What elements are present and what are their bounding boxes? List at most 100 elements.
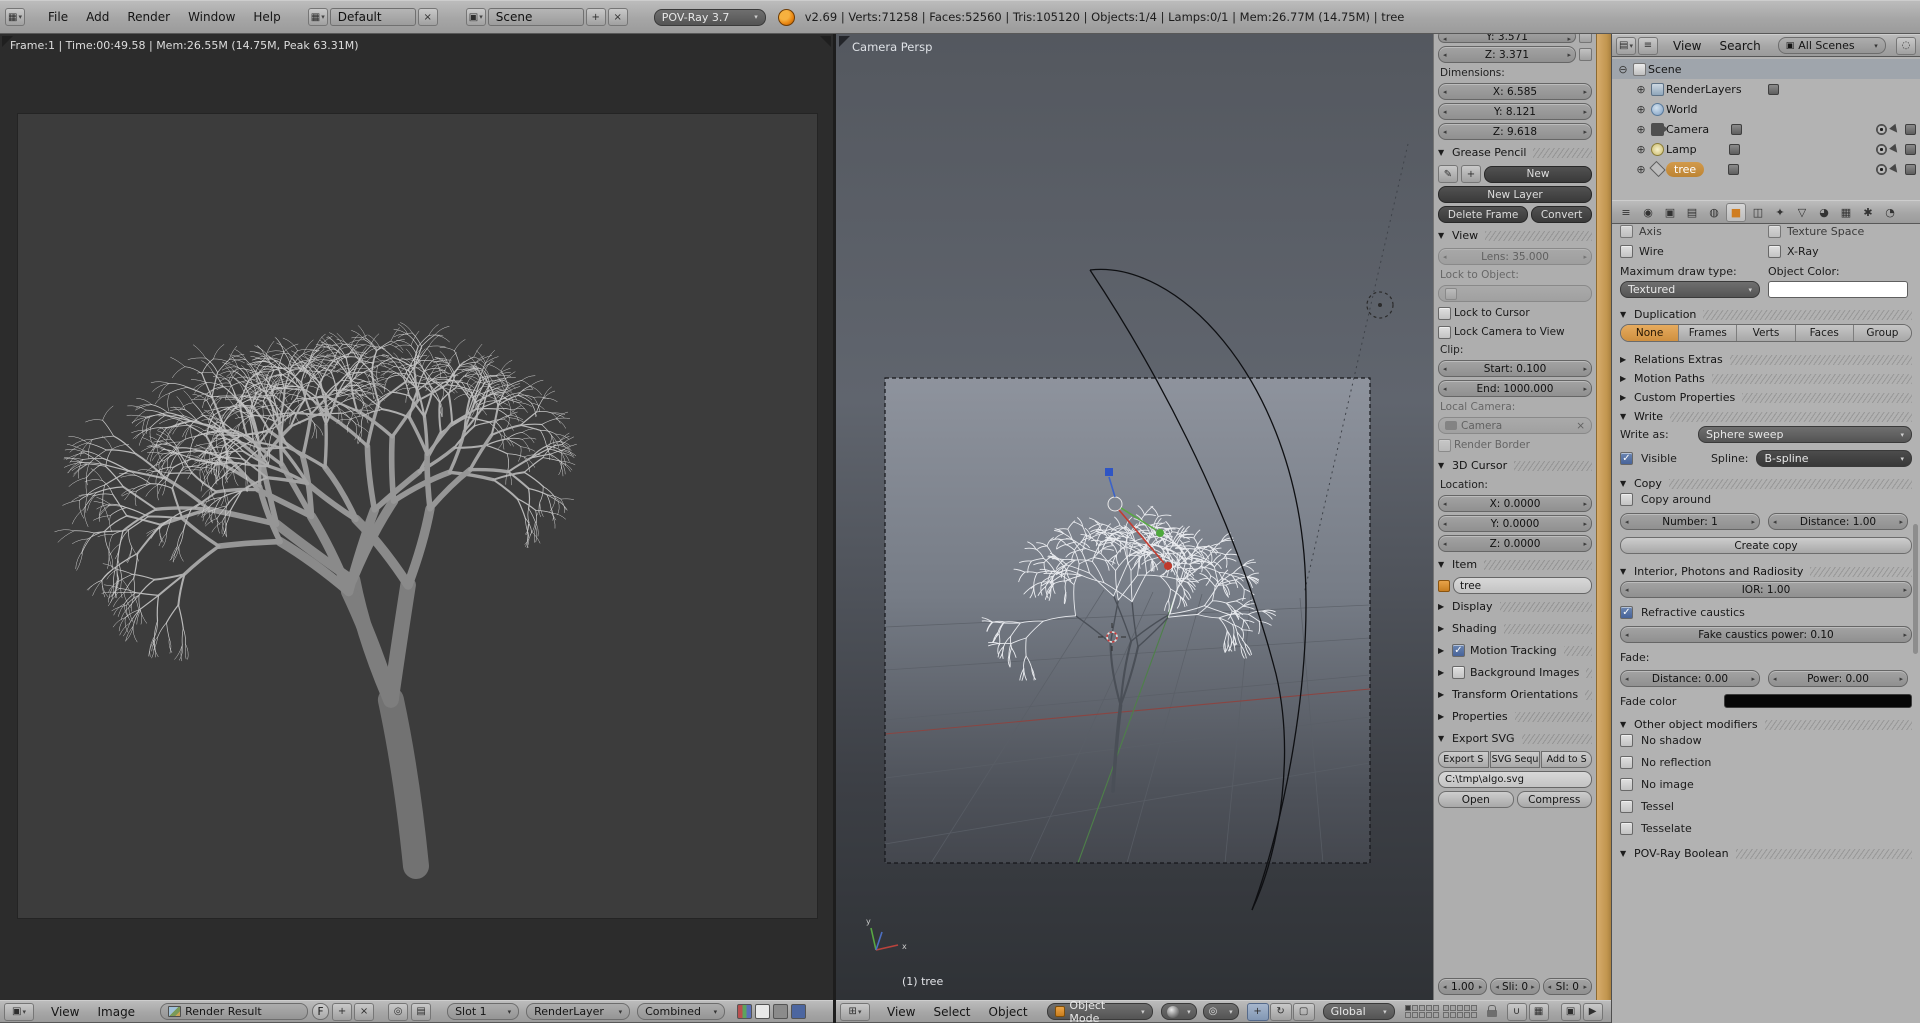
dim-x-field[interactable]: ◂X: 6.585▸ [1438,83,1592,100]
selectability-icon[interactable] [1889,123,1903,137]
panel-header-transform-orientations[interactable]: ▶Transform Orientations [1438,685,1592,704]
panel-header-3d-cursor[interactable]: ▼3D Cursor [1438,456,1592,475]
alpha-channel-icon[interactable] [773,1004,788,1019]
panel-header-properties[interactable]: ▶Properties [1438,707,1592,726]
outliner-item-camera[interactable]: ⊕ Camera [1612,119,1920,139]
color-channel-icon[interactable] [737,1004,752,1019]
fake-caustics-power-field[interactable]: ◂Fake caustics power: 0.10▸ [1620,626,1912,643]
clipboard-icon[interactable] [1579,48,1592,61]
selectability-icon[interactable] [1889,163,1903,177]
fake-user-button[interactable]: F [312,1003,329,1020]
tab-scene[interactable]: ▣ [1660,203,1680,222]
write-as-select[interactable]: Sphere sweep▾ [1698,426,1912,443]
lock-icon[interactable] [1487,1010,1497,1017]
editor-type-button[interactable]: ▤▾ [1616,37,1636,55]
lens-field[interactable]: ◂Lens: 35.000▸ [1438,248,1592,265]
tab-material[interactable]: ◕ [1814,203,1834,222]
tab-physics[interactable]: ◔ [1880,203,1900,222]
lock-to-cursor-checkbox[interactable] [1438,307,1451,320]
layer-12[interactable] [1412,1012,1418,1018]
selectability-icon[interactable] [1889,143,1903,157]
draw-type-select[interactable]: Textured▾ [1620,281,1760,298]
outliner-item-tree[interactable]: ⊕ tree [1612,159,1920,179]
dup-group-button[interactable]: Group [1854,325,1911,341]
render-opengl-icon[interactable]: ▣ [1561,1003,1581,1021]
fade-color-swatch[interactable] [1724,694,1912,708]
no-shadow-checkbox[interactable] [1620,734,1633,747]
close-icon[interactable]: × [608,8,628,26]
panel-header-motion-tracking[interactable]: ▶Motion Tracking [1438,641,1592,660]
panel-header-item[interactable]: ▼Item [1438,555,1592,574]
object-color-swatch[interactable] [1768,281,1908,298]
menu-search[interactable]: Search [1710,39,1769,53]
visibility-eye-icon[interactable] [1876,144,1887,155]
gp-new-layer-button[interactable]: New Layer [1438,186,1592,203]
region-corner-widget[interactable] [839,36,850,47]
lock-icon[interactable] [1579,34,1592,43]
add-icon[interactable]: + [586,8,606,26]
layer-14[interactable] [1426,1012,1432,1018]
unlink-icon[interactable]: × [354,1003,374,1021]
wire-checkbox[interactable] [1620,245,1633,258]
cursor-y-field[interactable]: ◂Y: 0.0000▸ [1438,515,1592,532]
menu-render[interactable]: Render [118,10,179,24]
copy-around-checkbox[interactable] [1620,493,1633,506]
display-options-icon[interactable]: ▤ [411,1003,431,1021]
menu-select[interactable]: Select [924,1005,979,1019]
layer-select[interactable]: RenderLayer▾ [526,1003,630,1020]
dup-none-button[interactable]: None [1621,325,1679,341]
region-corner-widget[interactable] [820,36,831,47]
copy-number-field[interactable]: ◂Number: 1▸ [1620,513,1760,530]
create-copy-button[interactable]: Create copy [1620,537,1912,554]
dup-faces-button[interactable]: Faces [1796,325,1854,341]
background-images-checkbox[interactable] [1452,666,1465,679]
x-handle[interactable] [1164,562,1172,570]
menu-window[interactable]: Window [179,10,244,24]
object-name-field[interactable]: tree [1453,577,1592,594]
outliner-item-renderlayers[interactable]: ⊕ RenderLayers [1612,79,1920,99]
slot-select[interactable]: Slot 1▾ [447,1003,519,1020]
tab-world[interactable]: ◍ [1704,203,1724,222]
outliner-item-scene[interactable]: ⊖ Scene [1612,59,1920,79]
ior-field[interactable]: ◂IOR: 1.00▸ [1620,581,1912,598]
outliner-display-mode-select[interactable]: ▣All Scenes▾ [1778,37,1886,54]
tab-object-data[interactable]: ▽ [1792,203,1812,222]
no-reflection-checkbox[interactable] [1620,756,1633,769]
panel-header-custom-properties[interactable]: ▶Custom Properties [1620,388,1912,407]
mode-select[interactable]: Object Mode▾ [1047,1003,1153,1020]
renderability-icon[interactable] [1905,124,1916,135]
browse-scenes-icon[interactable]: ▣▾ [466,8,486,26]
clip-end-field[interactable]: ◂End: 1000.000▸ [1438,380,1592,397]
panel-header-write[interactable]: ▼Write [1620,407,1912,426]
z-handle[interactable] [1105,468,1113,476]
viewport-shading-select[interactable]: ▾ [1161,1003,1197,1020]
tab-menu[interactable]: ≡ [1616,203,1636,222]
xray-checkbox[interactable] [1768,245,1781,258]
tab-particles[interactable]: ✱ [1858,203,1878,222]
search-icon[interactable]: ◌ [1896,37,1916,55]
expand-icon[interactable]: ⊕ [1634,123,1648,136]
no-image-checkbox[interactable] [1620,778,1633,791]
tesselate-checkbox[interactable] [1620,822,1633,835]
tab-modifiers[interactable]: ✦ [1770,203,1790,222]
menu-view[interactable]: View [1664,39,1710,53]
panel-header-povray-boolean[interactable]: ▼POV-Ray Boolean [1620,844,1912,863]
editor-type-button[interactable]: ▣▾ [4,1003,34,1021]
layer-19[interactable] [1464,1012,1470,1018]
panel-header-view[interactable]: ▼View [1438,226,1592,245]
pivot-select[interactable]: ◎▾ [1203,1003,1239,1020]
render-opengl-anim-icon[interactable]: ▶ [1583,1003,1603,1021]
visibility-eye-icon[interactable] [1876,124,1887,135]
svg-sequence-button[interactable]: SVG Sequ [1490,751,1541,768]
layer-5[interactable] [1433,1005,1439,1011]
tab-render-layers[interactable]: ▤ [1682,203,1702,222]
cursor-z-field[interactable]: ◂Z: 0.0000▸ [1438,535,1592,552]
visibility-eye-icon[interactable] [1876,164,1887,175]
open-button[interactable]: Open [1438,791,1514,808]
compress-button[interactable]: Compress [1517,791,1593,808]
new-image-icon[interactable]: + [332,1003,352,1021]
visible-checkbox[interactable] [1620,452,1633,465]
menu-help[interactable]: Help [244,10,289,24]
layer-6[interactable] [1443,1005,1449,1011]
dup-frames-button[interactable]: Frames [1679,325,1737,341]
